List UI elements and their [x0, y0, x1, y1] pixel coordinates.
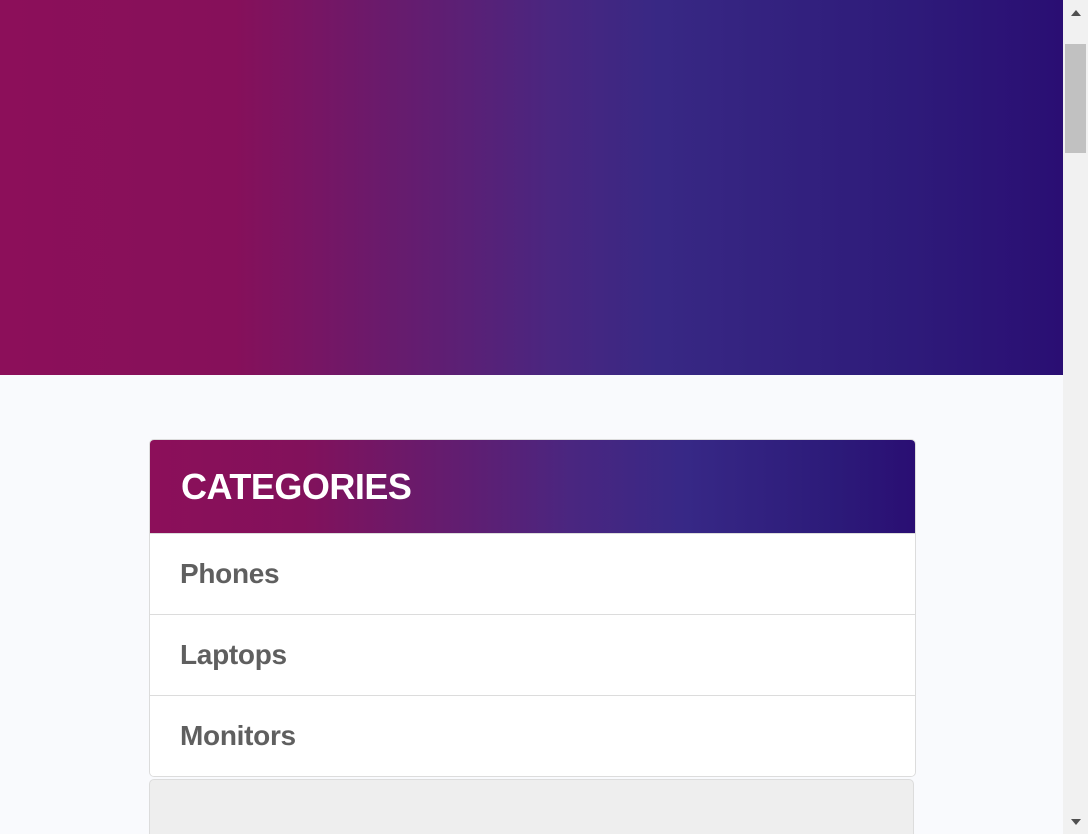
vertical-scrollbar[interactable] — [1063, 0, 1088, 834]
scroll-up-button[interactable] — [1063, 0, 1088, 25]
hero-banner — [0, 0, 1063, 375]
categories-header: CATEGORIES — [150, 440, 915, 533]
scrollbar-thumb[interactable] — [1065, 44, 1086, 153]
categories-card: CATEGORIES Phones Laptops Monitors — [149, 439, 916, 777]
category-label: Monitors — [180, 720, 296, 751]
next-section-panel — [149, 779, 914, 834]
triangle-up-icon — [1070, 9, 1081, 16]
category-label: Laptops — [180, 639, 287, 670]
triangle-down-icon — [1070, 818, 1081, 825]
categories-title: CATEGORIES — [181, 465, 412, 507]
scroll-down-button[interactable] — [1063, 809, 1088, 834]
category-label: Phones — [180, 558, 280, 589]
category-item-laptops[interactable]: Laptops — [150, 614, 915, 695]
page-viewport: CATEGORIES Phones Laptops Monitors — [0, 0, 1063, 834]
category-item-phones[interactable]: Phones — [150, 533, 915, 614]
category-item-monitors[interactable]: Monitors — [150, 695, 915, 776]
